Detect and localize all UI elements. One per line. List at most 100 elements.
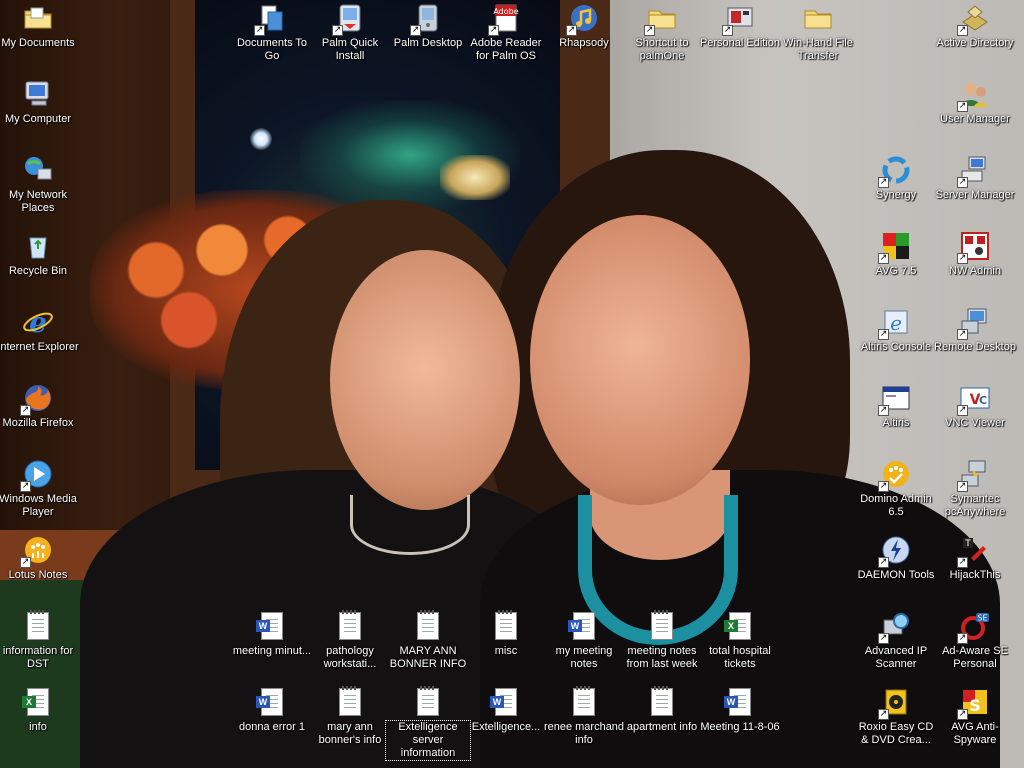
desktop-icon-label: AVG Anti-Spyware: [951, 721, 999, 746]
desktop-icon-meeting-minut[interactable]: Wmeeting minut...: [230, 610, 314, 658]
hijackthis-icon: T: [957, 534, 991, 568]
desktop-icon-remote-desktop[interactable]: Remote Desktop: [933, 306, 1017, 354]
desktop-icon-label: total hospital tickets: [709, 645, 771, 670]
desktop-icon-mozilla-firefox[interactable]: Mozilla Firefox: [0, 382, 80, 430]
desktop-icon-label: Palm Desktop: [393, 37, 463, 49]
folder-icon: [644, 2, 678, 36]
desktop-icon-information-for-dst[interactable]: information for DST: [0, 610, 80, 671]
desktop-icon-mary-ann-bonner-info[interactable]: MARY ANN BONNER INFO: [386, 610, 470, 671]
desktop-icon-label: misc: [494, 645, 518, 657]
desktop-icon-user-manager[interactable]: User Manager: [933, 78, 1017, 126]
desktop-icon-my-computer[interactable]: My Computer: [0, 78, 80, 126]
desktop-icon-extelligence[interactable]: W Extelligence...: [464, 686, 548, 734]
desktop-icon-adobe-reader-palm[interactable]: Adobe Adobe Reader for Palm OS: [464, 2, 548, 63]
desktop-icon-avg-anti-spyware[interactable]: S AVG Anti-Spyware: [933, 686, 1017, 747]
vnc-viewer-icon: VC: [957, 382, 991, 416]
desktop-icon-palm-desktop[interactable]: Palm Desktop: [386, 2, 470, 50]
desktop-icon-altiris[interactable]: Altiris: [854, 382, 938, 430]
desktop-icon-extelligence-server-information[interactable]: Extelligence server information: [385, 686, 471, 761]
nw-admin-icon: [957, 230, 991, 264]
desktop-icon-misc[interactable]: misc: [464, 610, 548, 658]
desktop-icon-roxio-easy-cd[interactable]: Roxio Easy CD & DVD Crea...: [854, 686, 938, 747]
desktop-icon-avg-75[interactable]: AVG 7.5: [854, 230, 938, 278]
desktop-icon-info[interactable]: Xinfo: [0, 686, 80, 734]
ad-aware-icon: SE: [957, 610, 991, 644]
desktop-icon-meeting-notes-last-week[interactable]: meeting notes from last week: [620, 610, 704, 671]
folder-icon: [802, 2, 834, 34]
desktop-icon-symantec-pcanywhere[interactable]: Symantec pcAnywhere: [933, 458, 1017, 519]
desktop-icon-label: Lotus Notes: [8, 569, 68, 581]
desktop-icon-lotus-notes[interactable]: Lotus Notes: [0, 534, 80, 582]
word-document-icon: W: [724, 686, 756, 718]
desktop-icon-label: Domino Admin 6.5: [860, 493, 932, 518]
desktop-icon-total-hospital-tickets[interactable]: Xtotal hospital tickets: [698, 610, 782, 671]
desktop-icon-server-manager[interactable]: Server Manager: [933, 154, 1017, 202]
desktop-icon-label: Shortcut to palmOne: [635, 37, 689, 62]
word-document-icon: W: [256, 610, 288, 642]
desktop-icon-shortcut-to-palmone[interactable]: Shortcut to palmOne: [620, 2, 704, 63]
desktop-icon-renee-marchand-info[interactable]: renee marchand info: [542, 686, 626, 747]
desktop-icon-label: Roxio Easy CD & DVD Crea...: [858, 721, 934, 746]
desktop-icon-meeting-11-8-06[interactable]: W Meeting 11-8-06: [698, 686, 782, 734]
adobe-reader-icon: Adobe: [488, 2, 522, 36]
text-document-icon: [334, 686, 366, 718]
desktop-icon-donna-error-1[interactable]: Wdonna error 1: [230, 686, 314, 734]
active-directory-icon: [957, 2, 991, 36]
svg-text:Adobe: Adobe: [493, 7, 518, 16]
desktop-icon-palm-quick-install[interactable]: Palm Quick Install: [308, 2, 392, 63]
desktop-icon-altiris-console[interactable]: e Altiris Console: [854, 306, 938, 354]
excel-document-icon: X: [724, 610, 756, 642]
desktop-icon-active-directory[interactable]: Active Directory: [933, 2, 1017, 50]
desktop-icon-ad-aware[interactable]: SE Ad-Aware SE Personal: [933, 610, 1017, 671]
desktop-icon-advanced-ip-scanner[interactable]: Advanced IP Scanner: [854, 610, 938, 671]
text-document-icon: [646, 686, 678, 718]
desktop-icon-label: Synergy: [875, 189, 917, 201]
desktop-icon-label: Windows Media Player: [0, 493, 77, 518]
desktop-icon-apartment-info[interactable]: apartment info: [620, 686, 704, 734]
desktop-icon-documents-to-go[interactable]: Documents To Go: [230, 2, 314, 63]
desktop-icon-my-network-places[interactable]: My Network Places: [0, 154, 80, 215]
desktop-icon-pathology-workstati[interactable]: pathology workstati...: [308, 610, 392, 671]
shortcut-arrow-icon: [878, 481, 889, 492]
avg-icon: [878, 230, 912, 264]
shortcut-arrow-icon: [254, 25, 265, 36]
desktop-icon-label: Remote Desktop: [934, 341, 1016, 353]
pcanywhere-icon: [957, 458, 991, 492]
svg-text:C: C: [979, 394, 987, 407]
altiris-window-icon: [878, 382, 912, 416]
desktop-icon-my-meeting-notes[interactable]: Wmy meeting notes: [542, 610, 626, 671]
desktop-icon-personal-edition[interactable]: Personal Edition: [698, 2, 782, 50]
word-document-icon: W: [490, 686, 522, 718]
desktop-icon-win-hand-file-transfer[interactable]: Win-Hand File Transfer: [776, 2, 860, 63]
desktop-icon-label: info: [29, 721, 47, 733]
desktop-icon-hijackthis[interactable]: T HijackThis: [933, 534, 1017, 582]
desktop-icon-vnc-viewer[interactable]: VCVNC Viewer: [933, 382, 1017, 430]
desktop-icon-label: Ad-Aware SE Personal: [942, 645, 1008, 670]
desktop-icon-synergy[interactable]: Synergy: [854, 154, 938, 202]
desktop-icon-label: Symantec pcAnywhere: [944, 493, 1006, 518]
desktop-icon-daemon-tools[interactable]: DAEMON Tools: [854, 534, 938, 582]
desktop-icon-label: donna error 1: [238, 721, 306, 733]
svg-text:S: S: [969, 696, 981, 715]
desktop-icon-rhapsody[interactable]: Rhapsody: [542, 2, 626, 50]
firefox-icon: [20, 382, 54, 416]
desktop-icon-nw-admin[interactable]: NW Admin: [933, 230, 1017, 278]
desktop-icon-windows-media-player[interactable]: Windows Media Player: [0, 458, 80, 519]
desktop-icon-mary-anns-info[interactable]: mary ann bonner's info: [308, 686, 392, 747]
desktop-icon-my-documents[interactable]: My Documents: [0, 2, 80, 50]
shortcut-arrow-icon: [20, 481, 31, 492]
shortcut-arrow-icon: [566, 25, 577, 36]
shortcut-arrow-icon: [957, 557, 968, 568]
shortcut-arrow-icon: [878, 633, 889, 644]
wallpaper-window-light: [250, 128, 272, 150]
text-document-icon: [490, 610, 522, 642]
desktop-icon-domino-admin[interactable]: Domino Admin 6.5: [854, 458, 938, 519]
desktop-icon-internet-explorer[interactable]: e Internet Explorer: [0, 306, 80, 354]
shortcut-arrow-icon: [957, 25, 968, 36]
folder-documents-icon: [22, 2, 54, 34]
ip-scanner-icon: [878, 610, 912, 644]
shortcut-arrow-icon: [957, 177, 968, 188]
wallpaper-lamp: [440, 155, 510, 200]
desktop-icon-recycle-bin[interactable]: Recycle Bin: [0, 230, 80, 278]
shortcut-arrow-icon: [332, 25, 343, 36]
